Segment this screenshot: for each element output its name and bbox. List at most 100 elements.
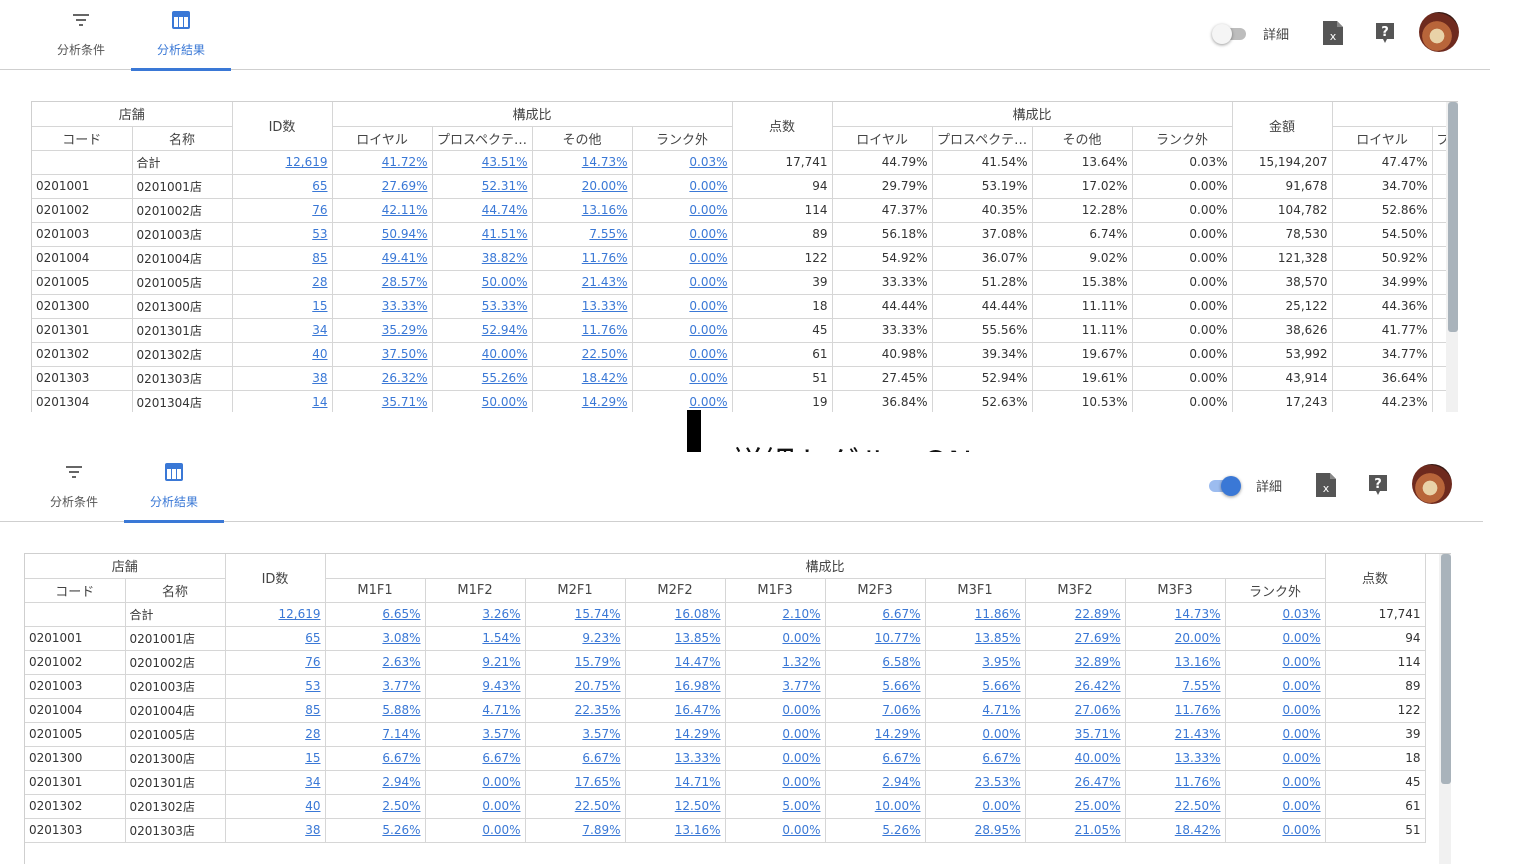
table-cell[interactable]: 53.33% <box>432 294 533 319</box>
table-cell[interactable]: 0.00% <box>725 698 826 723</box>
table-cell[interactable]: 9.21% <box>425 650 526 675</box>
table-cell[interactable]: 6.67% <box>425 746 526 771</box>
header-other[interactable]: その他 <box>532 126 633 151</box>
table-cell[interactable]: 28 <box>225 722 326 747</box>
table-cell[interactable]: 26.32% <box>332 366 433 391</box>
table-cell[interactable]: 52.31% <box>432 174 533 199</box>
table-cell[interactable]: 5.66% <box>925 674 1026 699</box>
table-cell[interactable]: 34 <box>232 318 333 343</box>
table-cell[interactable]: 10.00% <box>825 794 926 819</box>
table-cell[interactable]: 76 <box>225 650 326 675</box>
table-cell[interactable]: 53 <box>225 674 326 699</box>
table-cell[interactable]: 14.29% <box>532 390 633 412</box>
table-cell[interactable]: 17.65% <box>525 770 626 795</box>
table-cell[interactable]: 12,619 <box>225 602 326 627</box>
table-cell[interactable]: 65 <box>232 174 333 199</box>
table-cell[interactable]: 12,619 <box>232 150 333 175</box>
table-cell[interactable]: 5.88% <box>325 698 426 723</box>
table-cell[interactable]: 0.03% <box>632 150 733 175</box>
table-cell[interactable]: 0.00% <box>1225 674 1326 699</box>
header-unranked[interactable]: ランク外 <box>632 126 733 151</box>
table-cell[interactable]: 0.00% <box>725 818 826 843</box>
table-cell[interactable]: 23.53% <box>925 770 1026 795</box>
help-icon[interactable]: ? <box>1375 22 1395 44</box>
table-cell[interactable]: 13.85% <box>925 626 1026 651</box>
table-cell[interactable]: 13.16% <box>532 198 633 223</box>
table-cell[interactable]: 2.50% <box>325 794 426 819</box>
table-cell[interactable]: 34 <box>225 770 326 795</box>
table-cell[interactable]: 15.79% <box>525 650 626 675</box>
table-cell[interactable]: 50.00% <box>432 390 533 412</box>
header-amount[interactable]: 金額 <box>1232 102 1333 151</box>
table-cell[interactable]: 15.74% <box>525 602 626 627</box>
table-cell[interactable]: 26.42% <box>1025 674 1126 699</box>
table-cell[interactable]: 27.69% <box>332 174 433 199</box>
header-points[interactable]: 点数 <box>732 102 833 151</box>
table-cell[interactable]: 4.71% <box>425 698 526 723</box>
excel-export-icon[interactable]: x <box>1322 20 1344 46</box>
table-cell[interactable]: 22.50% <box>525 794 626 819</box>
table-cell[interactable]: 22.89% <box>1025 602 1126 627</box>
header-m2f2[interactable]: M2F2 <box>625 578 726 603</box>
table-cell[interactable]: 33.33% <box>332 294 433 319</box>
header-royal[interactable]: ロイヤル <box>1332 126 1433 151</box>
table-cell[interactable]: 15 <box>232 294 333 319</box>
help-icon[interactable]: ? <box>1368 474 1388 496</box>
table-cell[interactable]: 0.00% <box>632 318 733 343</box>
header-code[interactable]: コード <box>32 126 133 151</box>
table-cell[interactable]: 41.51% <box>432 222 533 247</box>
header-code[interactable]: コード <box>25 578 126 603</box>
table-cell[interactable]: 0.03% <box>1225 602 1326 627</box>
table-cell[interactable]: 14.47% <box>625 650 726 675</box>
table-cell[interactable]: 27.06% <box>1025 698 1126 723</box>
table-cell[interactable]: 20.75% <box>525 674 626 699</box>
header-royal[interactable]: ロイヤル <box>332 126 433 151</box>
table-cell[interactable]: 0.00% <box>632 222 733 247</box>
table-cell[interactable]: 0.00% <box>725 770 826 795</box>
header-m2f3[interactable]: M2F3 <box>825 578 926 603</box>
table-cell[interactable]: 13.16% <box>625 818 726 843</box>
table-cell[interactable]: 21.43% <box>532 270 633 295</box>
table-cell[interactable]: 5.26% <box>825 818 926 843</box>
table-cell[interactable]: 6.67% <box>825 602 926 627</box>
table-cell[interactable]: 50.00% <box>432 270 533 295</box>
table-cell[interactable]: 9.23% <box>525 626 626 651</box>
table-cell[interactable]: 11.86% <box>925 602 1026 627</box>
table-cell[interactable]: 40.00% <box>1025 746 1126 771</box>
table-cell[interactable]: 6.65% <box>325 602 426 627</box>
table-cell[interactable]: 0.00% <box>632 198 733 223</box>
header-other[interactable]: その他 <box>1032 126 1133 151</box>
table-cell[interactable]: 14.73% <box>532 150 633 175</box>
table-cell[interactable]: 35.71% <box>1025 722 1126 747</box>
table-cell[interactable]: 2.63% <box>325 650 426 675</box>
header-m1f2[interactable]: M1F2 <box>425 578 526 603</box>
table-cell[interactable]: 2.94% <box>825 770 926 795</box>
table-cell[interactable]: 0.00% <box>1225 650 1326 675</box>
table-cell[interactable]: 0.00% <box>425 818 526 843</box>
table-cell[interactable]: 12.50% <box>625 794 726 819</box>
table-cell[interactable]: 0.00% <box>1225 770 1326 795</box>
table-cell[interactable]: 16.47% <box>625 698 726 723</box>
table-cell[interactable]: 3.95% <box>925 650 1026 675</box>
table-cell[interactable]: 7.55% <box>532 222 633 247</box>
vertical-scrollbar-thumb[interactable] <box>1448 102 1458 332</box>
table-cell[interactable]: 3.08% <box>325 626 426 651</box>
table-cell[interactable]: 13.85% <box>625 626 726 651</box>
header-prospect[interactable]: プロスペクテ… <box>432 126 533 151</box>
detail-toggle[interactable] <box>1212 24 1248 44</box>
table-cell[interactable]: 76 <box>232 198 333 223</box>
table-cell[interactable]: 0.00% <box>632 366 733 391</box>
table-cell[interactable]: 13.33% <box>1125 746 1226 771</box>
table-cell[interactable]: 0.00% <box>632 270 733 295</box>
table-cell[interactable]: 16.98% <box>625 674 726 699</box>
table-cell[interactable]: 41.72% <box>332 150 433 175</box>
header-unranked[interactable]: ランク外 <box>1225 578 1326 603</box>
table-cell[interactable]: 20.00% <box>1125 626 1226 651</box>
table-cell[interactable]: 85 <box>225 698 326 723</box>
header-royal[interactable]: ロイヤル <box>832 126 933 151</box>
table-cell[interactable]: 21.05% <box>1025 818 1126 843</box>
header-m3f3[interactable]: M3F3 <box>1125 578 1226 603</box>
table-cell[interactable]: 6.67% <box>825 746 926 771</box>
table-cell[interactable]: 0.00% <box>632 390 733 412</box>
table-cell[interactable]: 55.26% <box>432 366 533 391</box>
